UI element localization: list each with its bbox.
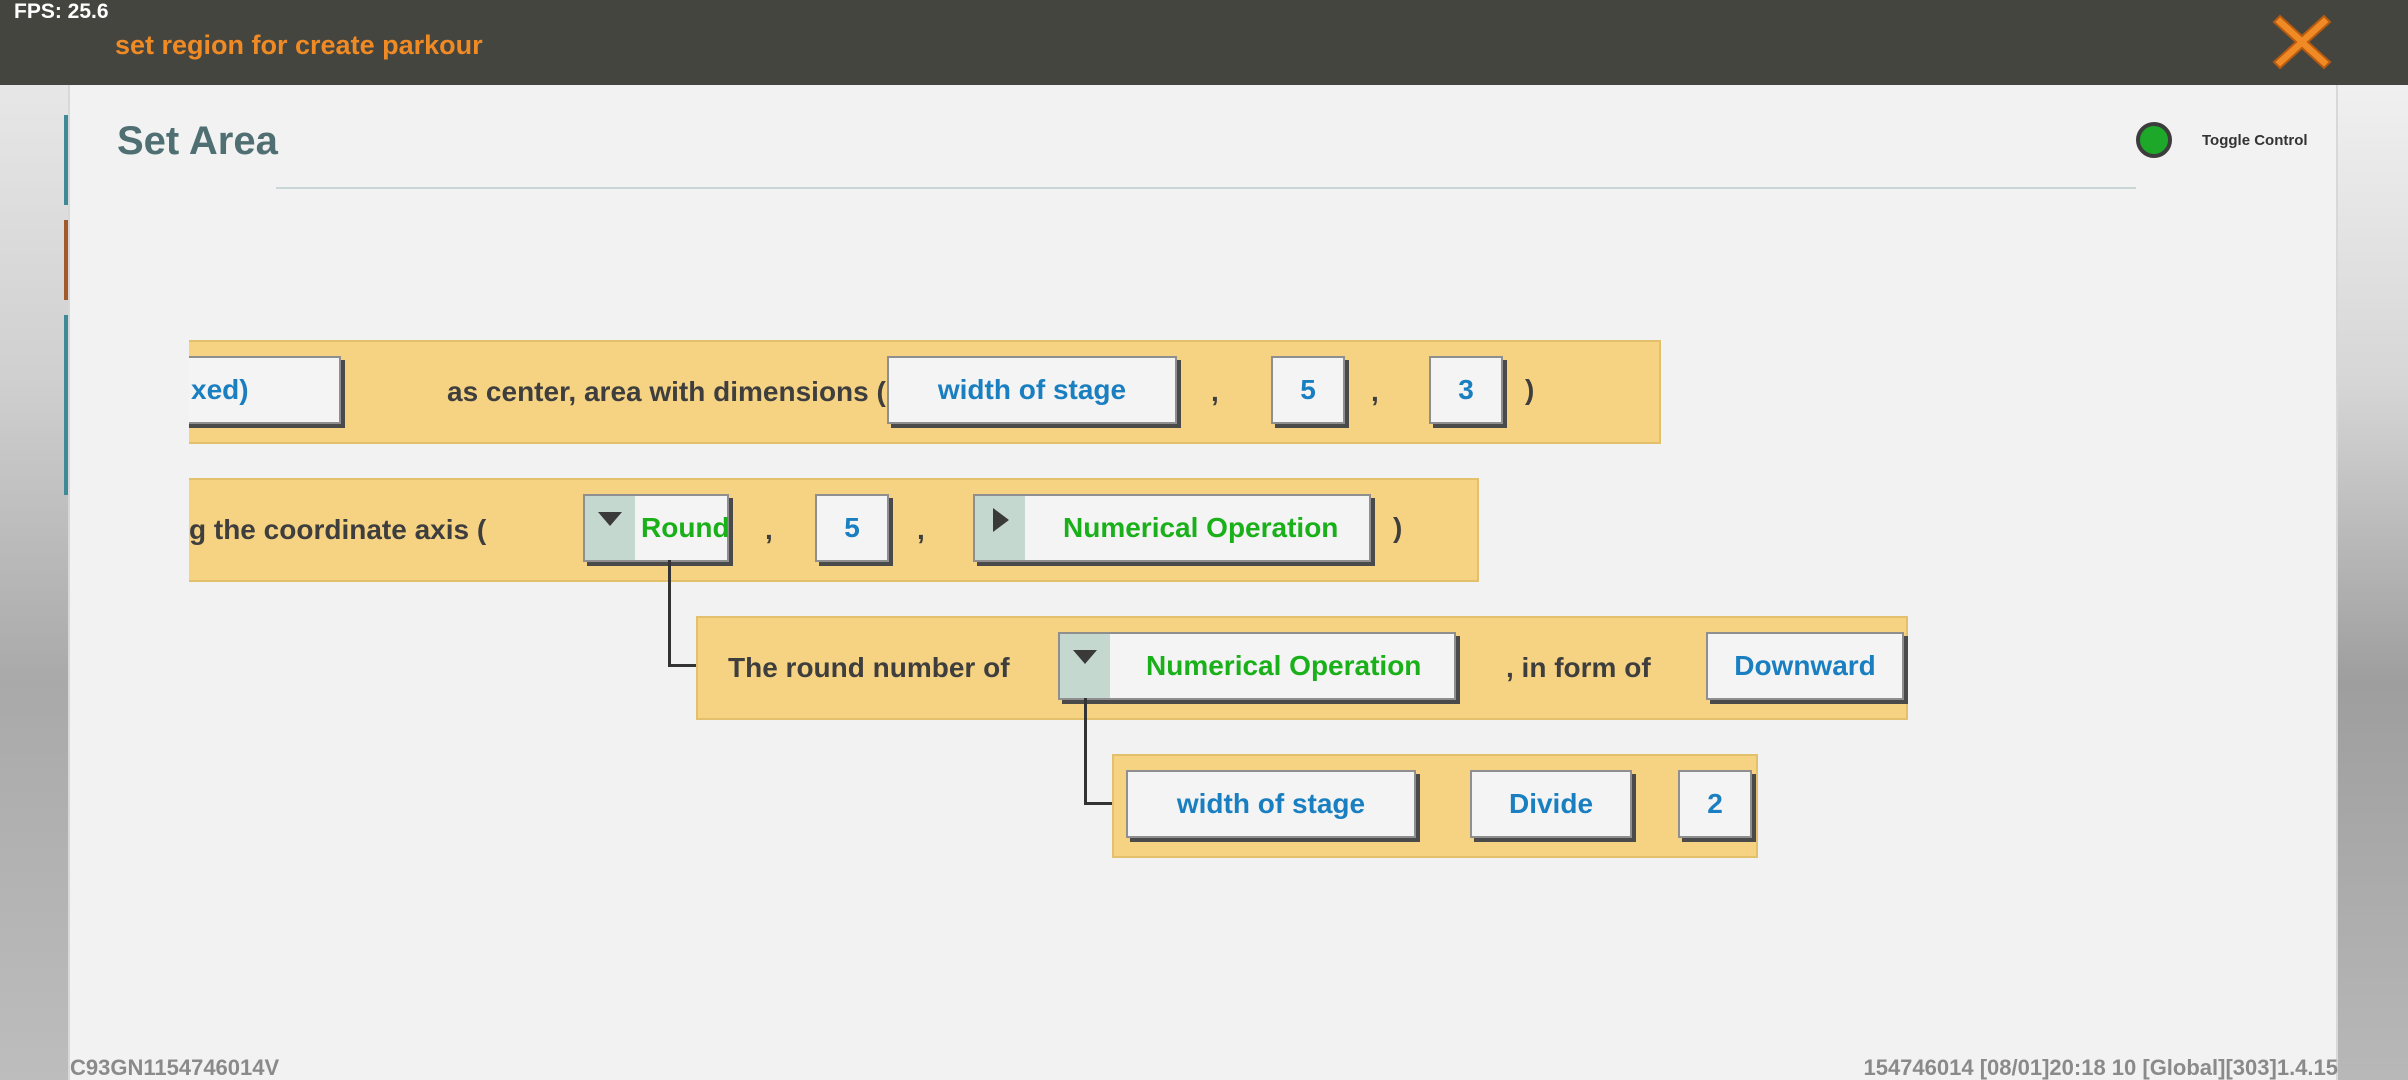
dimension-y-slot[interactable]: 5 (1271, 356, 1345, 424)
axis-value-slot[interactable]: 5 (815, 494, 889, 562)
divide-operator-slot[interactable]: Divide (1470, 770, 1632, 838)
background-scenery-right (2338, 85, 2408, 1080)
slot-label: 3 (1458, 374, 1474, 405)
toggle-control-label: Toggle Control (2202, 132, 2308, 149)
header-title: set region for create parkour (115, 30, 483, 60)
panel-title: Set Area (117, 119, 278, 163)
divisor-slot[interactable]: 2 (1678, 770, 1752, 838)
dropdown-toggle[interactable] (975, 496, 1025, 560)
coordinate-axis-block[interactable]: g the coordinate axis ( Round , 5 , Nume… (189, 478, 1479, 582)
slot-label: xed) (191, 374, 249, 405)
area-dimensions-block[interactable]: xed) as center, area with dimensions ( w… (189, 340, 1661, 444)
block-connector (1084, 698, 1087, 804)
dropdown-toggle[interactable] (585, 496, 635, 560)
toggle-control-button[interactable] (2136, 122, 2172, 158)
comma: , (917, 514, 925, 545)
downward-slot[interactable]: Downward (1706, 632, 1904, 700)
close-paren: ) (1393, 512, 1403, 543)
block-text: g the coordinate axis ( (189, 514, 487, 545)
slot-label: width of stage (1176, 788, 1366, 819)
slot-label: Downward (1734, 650, 1876, 681)
chevron-down-icon (598, 512, 622, 526)
title-divider (276, 187, 2136, 189)
comma: , (765, 514, 773, 545)
block-text: , in form of (1506, 652, 1651, 683)
version-info: 154746014 [08/01]20:18 10 [Global][303]1… (1863, 1055, 2338, 1080)
round-number-block[interactable]: The round number of Numerical Operation … (696, 616, 1908, 720)
numerical-operation-slot[interactable]: Numerical Operation (1058, 632, 1456, 700)
slot-label: Numerical Operation (1146, 650, 1422, 681)
chevron-down-icon (1073, 650, 1097, 664)
divide-operation-block[interactable]: width of stage Divide 2 (1112, 754, 1758, 858)
block-text: as center, area with dimensions ( (447, 376, 886, 407)
slot-label: 5 (1300, 374, 1316, 405)
width-of-stage-slot[interactable]: width of stage (1126, 770, 1416, 838)
comma: , (1371, 376, 1379, 407)
slot-label: 2 (1707, 788, 1723, 819)
block-connector (668, 560, 671, 666)
dimension-z-slot[interactable]: 3 (1429, 356, 1503, 424)
slot-label: 5 (844, 512, 860, 543)
slot-label: Divide (1508, 788, 1594, 819)
block-canvas[interactable]: xed) as center, area with dimensions ( w… (189, 230, 2119, 930)
slot-label: width of stage (937, 374, 1127, 405)
round-slot[interactable]: Round (583, 494, 730, 562)
top-bar: set region for create parkour (0, 0, 2408, 85)
fps-counter: FPS: 25.6 (14, 0, 109, 23)
center-value-slot[interactable]: xed) (189, 356, 341, 424)
close-paren: ) (1525, 374, 1535, 405)
chevron-right-icon (993, 508, 1009, 532)
block-connector (668, 664, 698, 667)
background-scenery-left (0, 85, 70, 1080)
slot-label: Numerical Operation (1063, 512, 1339, 543)
width-of-stage-slot[interactable]: width of stage (887, 356, 1177, 424)
slot-label: Round (641, 512, 730, 543)
comma: , (1211, 376, 1219, 407)
close-button[interactable] (2266, 6, 2338, 78)
block-text: The round number of (728, 652, 1010, 683)
dropdown-toggle[interactable] (1060, 634, 1110, 698)
close-icon (2272, 14, 2332, 70)
numerical-operation-slot[interactable]: Numerical Operation (973, 494, 1371, 562)
device-id: C93GN1154746014V (70, 1055, 280, 1080)
